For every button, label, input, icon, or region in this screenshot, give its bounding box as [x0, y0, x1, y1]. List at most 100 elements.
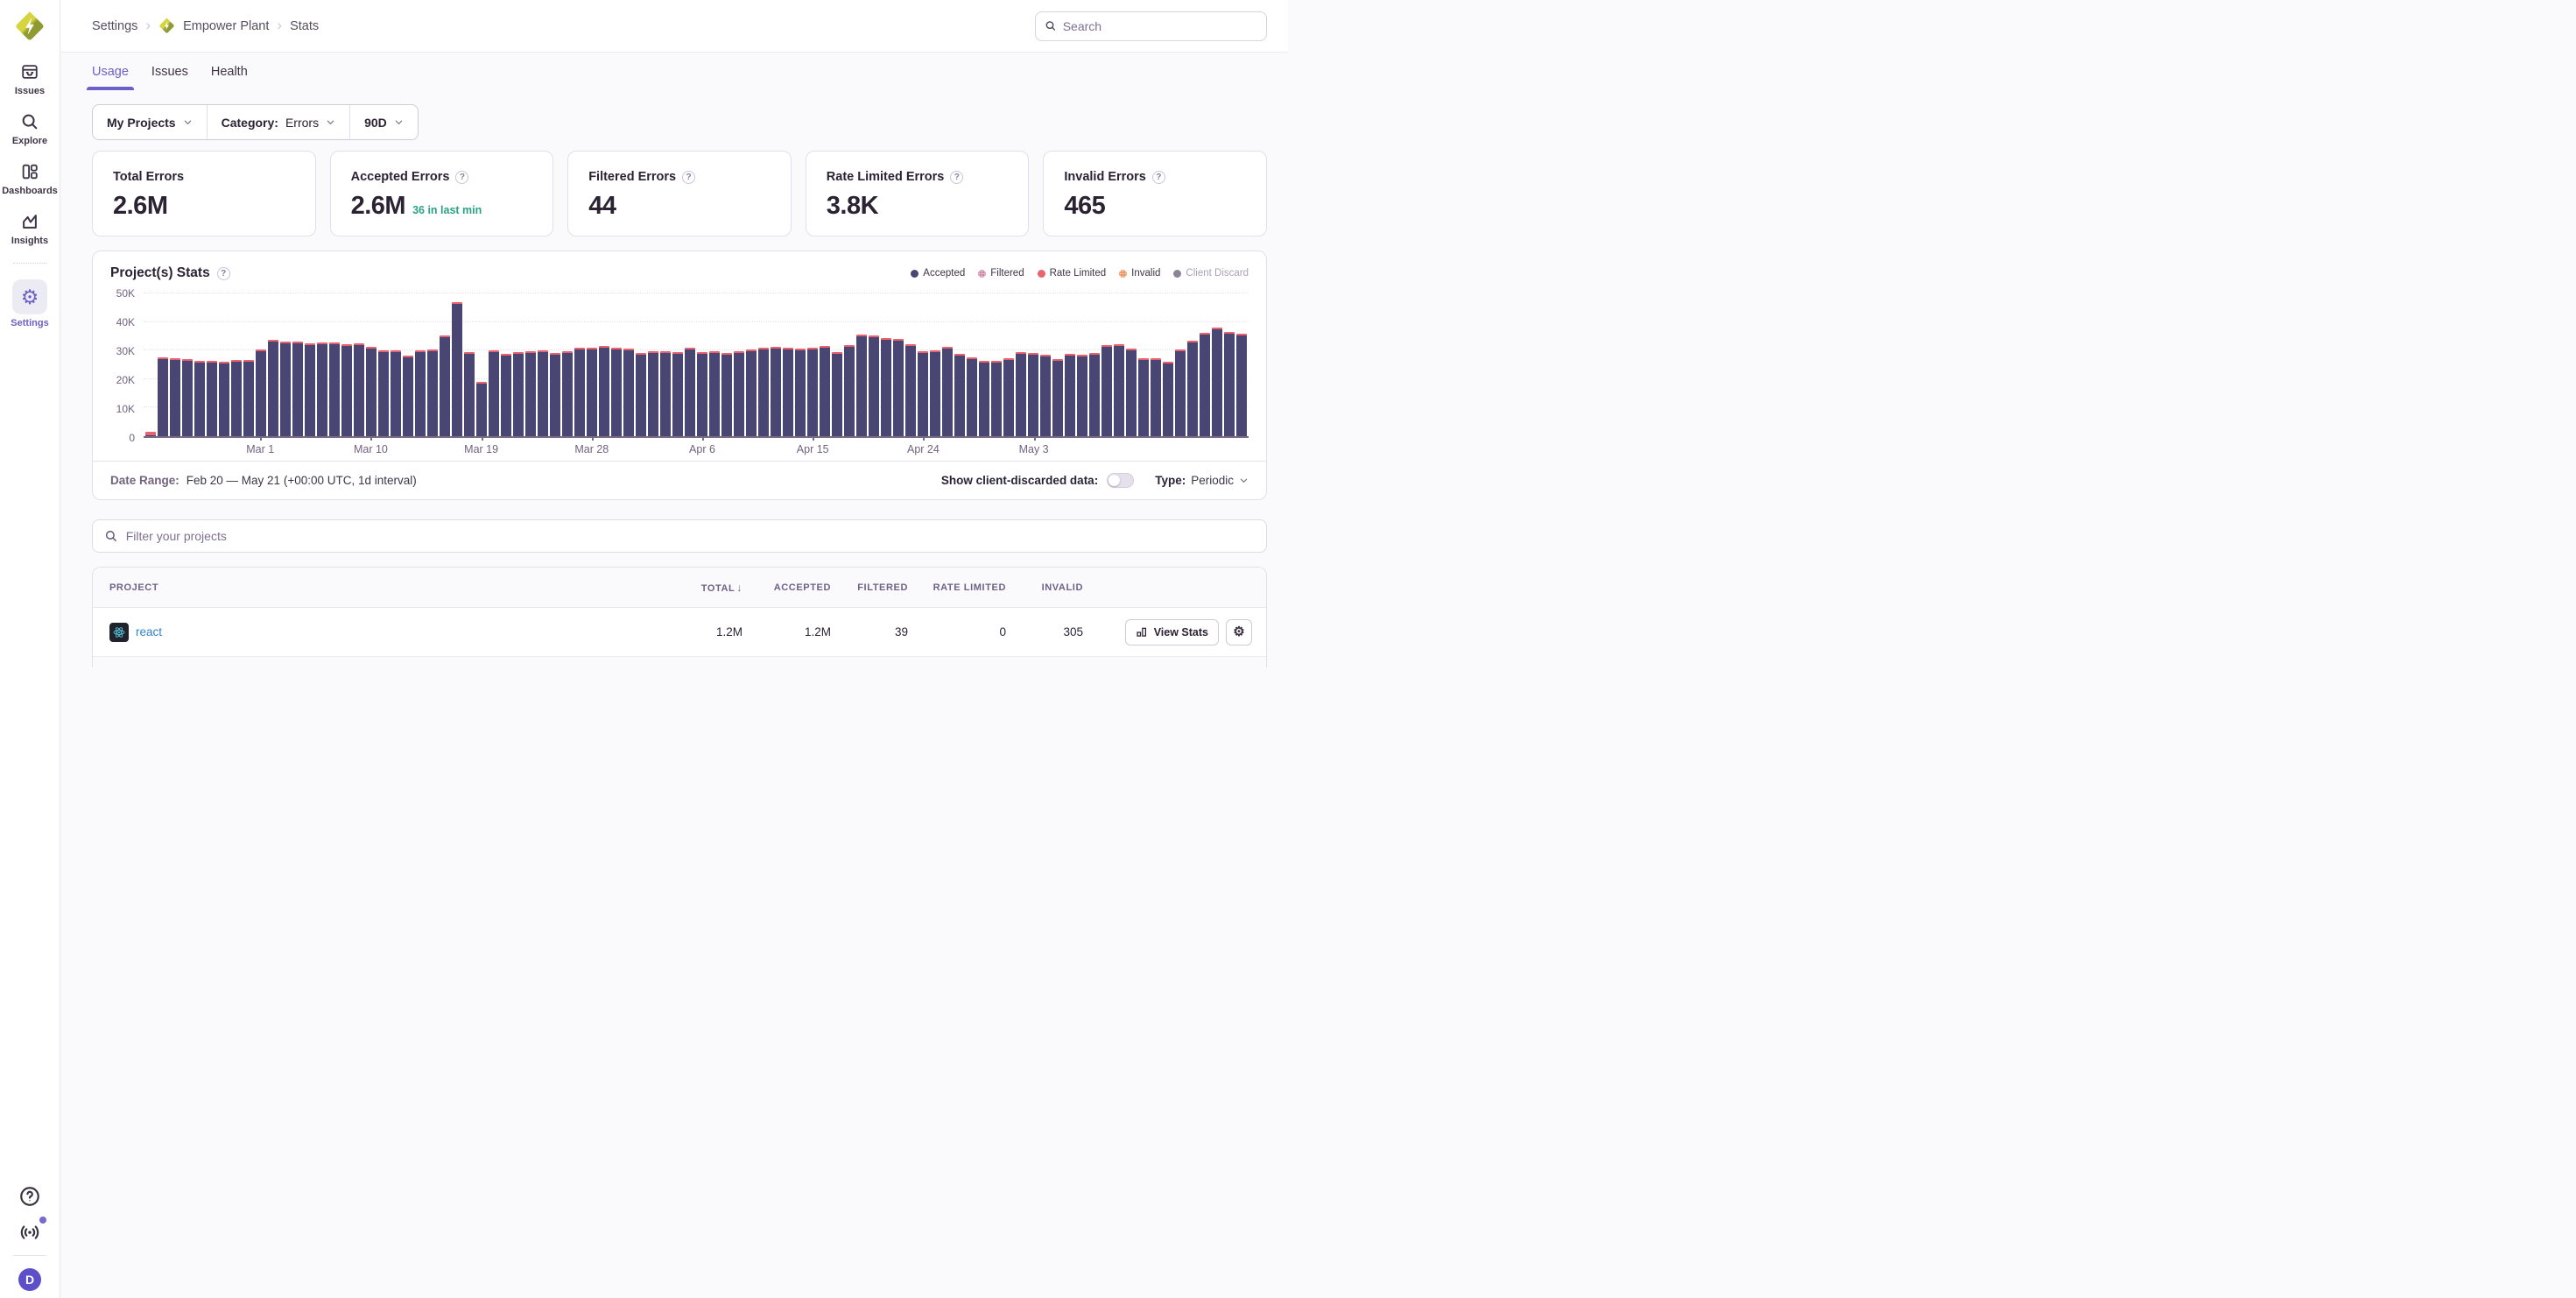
bar[interactable]	[783, 348, 793, 436]
category-filter-dropdown[interactable]: Category: Errors	[207, 105, 349, 139]
info-question-icon[interactable]: ?	[217, 267, 230, 280]
bar[interactable]	[427, 349, 438, 436]
info-question-icon[interactable]: ?	[950, 171, 963, 184]
sidebar-item-insights[interactable]: Insights	[4, 211, 56, 246]
bar[interactable]	[648, 351, 658, 436]
bar[interactable]	[611, 348, 622, 436]
bar[interactable]	[746, 349, 757, 436]
bar[interactable]	[1163, 362, 1173, 436]
bar[interactable]	[795, 349, 806, 436]
bar[interactable]	[942, 347, 953, 436]
bar[interactable]	[587, 348, 597, 436]
project-link[interactable]: react	[136, 625, 162, 638]
bar[interactable]	[697, 352, 707, 436]
bar[interactable]	[1175, 349, 1186, 436]
bar[interactable]	[1040, 355, 1051, 436]
type-dropdown[interactable]: Type: Periodic	[1155, 474, 1249, 487]
global-search-input[interactable]	[1063, 19, 1257, 33]
bar[interactable]	[672, 352, 683, 436]
projects-filter-dropdown[interactable]: My Projects	[93, 105, 207, 139]
bar[interactable]	[1016, 352, 1026, 436]
col-project[interactable]: PROJECT	[93, 582, 650, 593]
bar[interactable]	[918, 351, 928, 436]
project-filter-input[interactable]	[126, 529, 1255, 543]
bar[interactable]	[1138, 358, 1149, 436]
bar[interactable]	[820, 346, 830, 436]
bar[interactable]	[403, 356, 413, 436]
bar[interactable]	[856, 335, 867, 436]
bar[interactable]	[538, 350, 548, 436]
bar[interactable]	[292, 342, 303, 436]
bar[interactable]	[930, 350, 940, 436]
bar[interactable]	[1114, 344, 1124, 436]
bar[interactable]	[525, 351, 536, 436]
info-question-icon[interactable]: ?	[455, 171, 468, 184]
bar[interactable]	[329, 342, 340, 436]
legend-invalid[interactable]: Invalid	[1119, 268, 1160, 279]
bar[interactable]	[709, 351, 720, 436]
bar[interactable]	[807, 348, 818, 436]
col-accepted[interactable]: ACCEPTED	[746, 582, 834, 593]
col-rate-limited[interactable]: RATE LIMITED	[911, 582, 1010, 593]
bar[interactable]	[1003, 358, 1014, 436]
bar[interactable]	[1101, 345, 1112, 436]
bar[interactable]	[1065, 354, 1075, 436]
bar[interactable]	[905, 344, 916, 436]
bar[interactable]	[1028, 353, 1038, 436]
bar[interactable]	[256, 349, 266, 436]
bar[interactable]	[464, 352, 475, 436]
bar[interactable]	[685, 348, 695, 436]
bar[interactable]	[758, 348, 769, 436]
project-settings-button[interactable]: ⚙	[1226, 619, 1252, 645]
bar[interactable]	[893, 339, 904, 436]
bar[interactable]	[231, 360, 242, 436]
sidebar-item-issues[interactable]: Issues	[4, 61, 56, 96]
bar[interactable]	[599, 346, 609, 436]
bar[interactable]	[991, 361, 1002, 436]
bar[interactable]	[721, 353, 732, 436]
bar[interactable]	[869, 335, 879, 436]
bar[interactable]	[574, 348, 585, 436]
bar[interactable]	[1151, 358, 1161, 436]
legend-accepted[interactable]: Accepted	[911, 268, 965, 279]
bar[interactable]	[734, 351, 744, 436]
legend-client-discard[interactable]: Client Discard	[1173, 268, 1249, 279]
bar[interactable]	[243, 360, 254, 436]
bar[interactable]	[280, 342, 291, 436]
bar[interactable]	[1200, 333, 1210, 436]
bar[interactable]	[194, 361, 205, 436]
bar[interactable]	[391, 350, 401, 436]
info-question-icon[interactable]: ?	[1152, 171, 1165, 184]
bar[interactable]	[378, 350, 389, 436]
bar[interactable]	[1236, 334, 1247, 436]
col-filtered[interactable]: FILTERED	[834, 582, 911, 593]
bar[interactable]	[501, 354, 511, 436]
breadcrumb-stats[interactable]: Stats	[290, 19, 319, 33]
bar[interactable]	[562, 351, 573, 436]
bar[interactable]	[636, 353, 646, 436]
user-avatar[interactable]: D	[18, 1268, 41, 1291]
bar[interactable]	[207, 361, 217, 436]
client-discard-toggle[interactable]	[1107, 473, 1134, 488]
bar[interactable]	[881, 338, 891, 436]
view-stats-button[interactable]: View Stats	[1125, 619, 1219, 645]
bar[interactable]	[771, 347, 781, 436]
bar[interactable]	[967, 357, 977, 436]
sidebar-item-explore[interactable]: Explore	[4, 111, 56, 146]
project-filter[interactable]	[92, 519, 1267, 553]
bar[interactable]	[623, 349, 634, 436]
sidebar-item-settings[interactable]: ⚙ Settings	[4, 279, 56, 328]
bar[interactable]	[844, 345, 855, 436]
bar[interactable]	[1224, 332, 1235, 436]
legend-filtered[interactable]: Filtered	[978, 268, 1024, 279]
bar[interactable]	[979, 361, 989, 436]
bar[interactable]	[158, 357, 168, 436]
bar[interactable]	[366, 347, 377, 436]
bar[interactable]	[489, 350, 499, 436]
breadcrumb-settings[interactable]: Settings	[92, 19, 137, 33]
bar[interactable]	[182, 359, 193, 436]
bar[interactable]	[1126, 349, 1137, 436]
bar[interactable]	[1212, 328, 1222, 436]
legend-rate-limited[interactable]: Rate Limited	[1038, 268, 1107, 279]
tab-usage[interactable]: Usage	[92, 53, 129, 90]
